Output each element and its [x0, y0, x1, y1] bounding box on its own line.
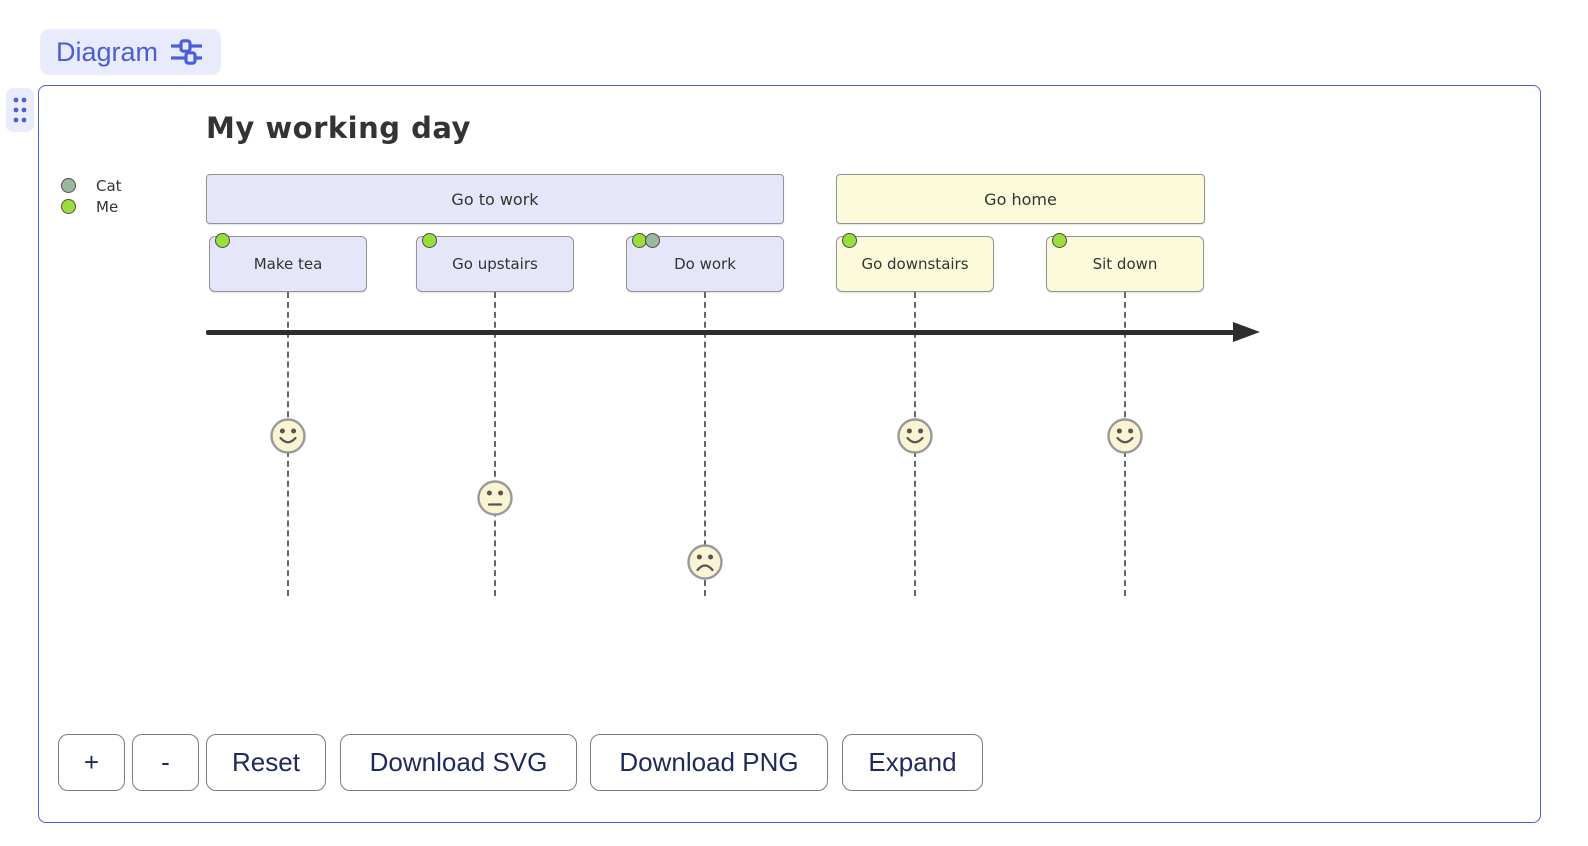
section-label: Go home — [984, 190, 1057, 209]
pane-title: Diagram — [56, 37, 158, 68]
actor-dot-cat — [645, 233, 660, 248]
reset-button[interactable]: Reset — [206, 734, 326, 791]
legend-label-me: Me — [96, 198, 118, 216]
task-label: Sit down — [1093, 255, 1158, 273]
section-label: Go to work — [451, 190, 538, 209]
zoom-out-button[interactable]: - — [132, 734, 199, 791]
legend-item-me: Me — [61, 196, 122, 217]
legend-dot-me — [61, 199, 76, 214]
download-svg-button[interactable]: Download SVG — [340, 734, 577, 791]
expand-button[interactable]: Expand — [842, 734, 983, 791]
journey-title: My working day — [206, 111, 471, 145]
legend-dot-cat — [61, 178, 76, 193]
pane-header: Diagram — [40, 29, 221, 75]
face-neutral-icon — [476, 479, 514, 517]
diagram-settings-sliders-icon[interactable] — [170, 39, 203, 65]
task-label: Do work — [674, 255, 736, 273]
actor-dot-me — [422, 233, 437, 248]
face-happy-icon — [1106, 417, 1144, 455]
legend: Cat Me — [61, 175, 122, 217]
task-go-upstairs: Go upstairs — [416, 236, 574, 292]
download-png-button[interactable]: Download PNG — [590, 734, 828, 791]
diagram-panel: My working day Cat Me Go to work Go home — [38, 85, 1541, 823]
actor-dot-me — [215, 233, 230, 248]
task-label: Make tea — [254, 255, 323, 273]
legend-item-cat: Cat — [61, 175, 122, 196]
section-go-home: Go home — [836, 174, 1205, 224]
section-go-to-work: Go to work — [206, 174, 784, 224]
legend-label-cat: Cat — [96, 177, 122, 195]
face-happy-icon — [269, 417, 307, 455]
task-make-tea: Make tea — [209, 236, 367, 292]
actor-dot-me — [842, 233, 857, 248]
task-go-downstairs: Go downstairs — [836, 236, 994, 292]
face-happy-icon — [896, 417, 934, 455]
task-label: Go upstairs — [452, 255, 538, 273]
face-sad-icon — [686, 543, 724, 581]
actor-dot-me — [1052, 233, 1067, 248]
timeline-axis — [206, 330, 1234, 335]
diagram-canvas[interactable]: My working day Cat Me Go to work Go home — [39, 86, 1540, 822]
timeline-arrowhead-icon — [1233, 322, 1260, 342]
drag-handle-icon[interactable] — [6, 88, 34, 132]
task-sit-down: Sit down — [1046, 236, 1204, 292]
task-do-work: Do work — [626, 236, 784, 292]
task-label: Go downstairs — [861, 255, 968, 273]
task-guide-line — [494, 292, 496, 596]
zoom-in-button[interactable]: + — [58, 734, 125, 791]
editor-preview-pane: Diagram My working day — [0, 0, 1588, 846]
